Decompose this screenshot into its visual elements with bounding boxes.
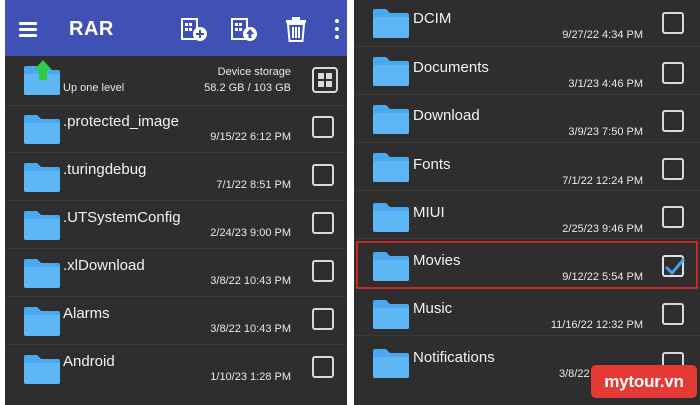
select-checkbox[interactable] [312,212,334,234]
row-divider [354,287,700,288]
folder-date: 3/9/23 7:50 PM [568,126,643,138]
right-screenshot-panel: DCIM 9/27/22 4:34 PM Documents 3/1/23 4:… [354,0,700,405]
folder-row[interactable]: Download 3/9/23 7:50 PM [354,96,700,143]
folder-row[interactable]: MIUI 2/25/23 9:46 PM [354,192,700,239]
storage-label: Device storage [217,66,291,78]
grid-view-icon[interactable] [312,67,338,93]
row-divider [5,152,347,153]
folder-row[interactable]: .xlDownload 3/8/22 10:43 PM [5,250,347,297]
folder-icon [372,298,410,330]
folder-row[interactable]: Documents 3/1/23 4:46 PM [354,48,700,95]
folder-date: 9/27/22 4:34 PM [562,29,643,41]
row-divider [354,238,700,239]
folder-name: Music [413,300,453,317]
folder-row[interactable]: Fonts 7/1/22 12:24 PM [354,144,700,191]
folder-icon [23,257,61,289]
hamburger-icon[interactable] [17,16,43,40]
folder-icon [372,55,410,87]
folder-date: 11/16/22 12:32 PM [550,319,643,331]
select-checkbox[interactable] [312,260,334,282]
folder-row[interactable]: .protected_image 9/15/22 6:12 PM [5,106,347,153]
add-archive-icon[interactable] [179,14,209,44]
watermark-logo: mytour.vn [591,365,697,398]
folder-row-selected[interactable]: Movies 9/12/22 5:54 PM [354,241,700,288]
folder-name: Documents [413,59,489,76]
folder-date: 2/24/23 9:00 PM [210,227,291,239]
folder-date: 1/10/23 1:28 PM [210,371,291,383]
select-checkbox[interactable] [662,62,684,84]
select-checkbox[interactable] [312,356,334,378]
select-checkbox[interactable] [662,158,684,180]
folder-row[interactable]: .UTSystemConfig 2/24/23 9:00 PM [5,202,347,249]
row-divider [5,296,347,297]
select-checkbox[interactable] [312,308,334,330]
folder-icon [23,305,61,337]
folder-name: Alarms [63,305,110,322]
folder-icon [23,209,61,241]
folder-date: 3/8/22 [559,368,590,380]
folder-name: .turingdebug [63,161,147,178]
folder-row[interactable]: Alarms 3/8/22 10:43 PM [5,298,347,345]
folder-icon [372,151,410,183]
left-screenshot-panel: RAR Up one level Device storage 58.2 GB … [5,0,347,405]
folder-date: 2/25/23 9:46 PM [562,223,643,235]
folder-name: MIUI [413,204,445,221]
folder-date: 9/12/22 5:54 PM [562,271,643,283]
folder-name: .UTSystemConfig [63,209,181,226]
check-icon [664,258,685,276]
row-divider [5,200,347,201]
folder-name: .xlDownload [63,257,145,274]
folder-icon [372,347,410,379]
folder-icon [372,103,410,135]
select-checkbox[interactable] [662,12,684,34]
folder-icon [372,250,410,282]
select-checkbox[interactable] [312,164,334,186]
row-divider [354,142,700,143]
folder-row[interactable]: Android 1/10/23 1:28 PM [5,346,347,393]
folder-date: 3/8/22 10:43 PM [210,323,291,335]
storage-size: 58.2 GB / 103 GB [204,82,291,94]
folder-icon [23,353,61,385]
folder-name: Movies [413,252,461,269]
select-checkbox[interactable] [662,206,684,228]
row-divider [5,344,347,345]
row-divider [354,46,700,47]
row-divider [354,335,700,336]
folder-date: 9/15/22 6:12 PM [210,131,291,143]
folder-name: Android [63,353,115,370]
up-arrow-icon [34,60,52,80]
folder-name: Fonts [413,156,451,173]
select-checkbox[interactable] [662,303,684,325]
row-divider [5,248,347,249]
select-checkbox[interactable] [312,116,334,138]
row-divider [354,94,700,95]
app-title: RAR [69,18,114,40]
folder-icon [372,7,410,39]
folder-name: Download [413,107,480,124]
folder-date: 7/1/22 12:24 PM [562,175,643,187]
folder-row[interactable]: .turingdebug 7/1/22 8:51 PM [5,154,347,201]
folder-name: Notifications [413,349,495,366]
extract-archive-icon[interactable] [229,14,259,44]
folder-name: DCIM [413,10,452,27]
more-vertical-icon[interactable] [333,18,341,40]
folder-icon [23,161,61,193]
up-one-level-row[interactable]: Up one level Device storage 58.2 GB / 10… [5,56,347,106]
folder-date: 3/1/23 4:46 PM [568,78,643,90]
folder-icon [23,113,61,145]
folder-date: 7/1/22 8:51 PM [216,179,291,191]
watermark-text: mytour.vn [604,372,684,391]
folder-date: 3/8/22 10:43 PM [210,275,291,287]
up-one-level-label: Up one level [63,82,125,94]
row-divider [354,190,700,191]
folder-row[interactable]: Music 11/16/22 12:32 PM [354,289,700,336]
app-toolbar: RAR [5,0,347,56]
select-checkbox-checked[interactable] [662,255,685,277]
folder-name: .protected_image [63,113,179,130]
folder-icon [372,201,410,233]
select-checkbox[interactable] [662,110,684,132]
trash-icon[interactable] [281,14,311,44]
folder-row[interactable]: DCIM 9/27/22 4:34 PM [354,0,700,47]
